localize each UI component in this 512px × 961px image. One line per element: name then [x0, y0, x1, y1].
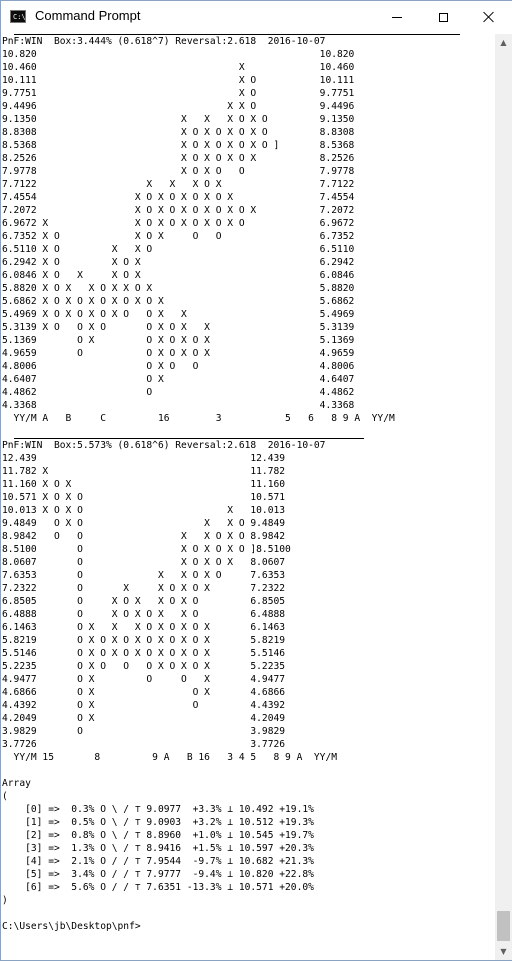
console-line: 6.4888 O X O X O X X O 6.4888 [2, 609, 286, 620]
console-line: 5.4969 X O X O X O X O O X X 5.4969 [2, 309, 355, 320]
console-line: [3] => 1.3% O \ / ⊤ 8.9416 +1.5% ⊥ 10.59… [2, 843, 314, 854]
close-icon [483, 11, 495, 23]
console-line: 12.439 12.439 [2, 453, 286, 464]
console-line: 9.4496 X X O 9.4496 [2, 101, 355, 112]
scroll-up-arrow-icon[interactable]: ▲ [495, 34, 512, 51]
console-line: 4.4862 O 4.4862 [2, 387, 355, 398]
console-line: 4.8006 O X O O 4.8006 [2, 361, 355, 372]
minimize-button[interactable] [374, 1, 420, 33]
console-line: 9.1350 X X X O X O 9.1350 [2, 114, 355, 125]
console-line: ( [2, 791, 8, 802]
array-output: Array ( [0] => 0.3% O \ / ⊤ 9.0977 +3.3% … [2, 764, 494, 933]
console-line: 5.5146 O X O X O X O X O X O X 5.5146 [2, 648, 286, 659]
console-line: 4.6866 O X O X 4.6866 [2, 687, 286, 698]
console-line: [4] => 2.1% O / / ⊤ 7.9544 -9.7% ⊥ 10.68… [2, 856, 314, 867]
console-line: 10.111 X O 10.111 [2, 75, 355, 86]
console-line: 8.5100 O X O X O X O ]8.5100 [2, 544, 291, 555]
console-line: 6.7352 X O X O X O O 6.7352 [2, 231, 355, 242]
console-line: 8.0607 O X O X O X 8.0607 [2, 557, 286, 568]
vertical-scrollbar[interactable]: ▲ ▼ [495, 34, 512, 960]
console-output[interactable]: PnF:WIN Box:3.444% (0.618^7) Reversal:2.… [2, 34, 494, 960]
scroll-thumb[interactable] [497, 911, 510, 941]
console-line: 8.9842 O O X X O X O 8.9842 [2, 531, 286, 542]
console-line: 5.3139 X O O X O O X O X X 5.3139 [2, 322, 355, 333]
pnf-chart-1: PnF:WIN Box:3.444% (0.618^7) Reversal:2.… [2, 34, 494, 438]
console-line: 6.1463 O X X X O X O X O X 6.1463 [2, 622, 286, 633]
console-line: 10.571 X O X O 10.571 [2, 492, 286, 503]
console-line: [5] => 3.4% O / / ⊤ 7.9777 -9.4% ⊥ 10.82… [2, 869, 314, 880]
console-line: 4.3368 4.3368 [2, 400, 355, 411]
console-line: 6.0846 X O X X O X 6.0846 [2, 270, 355, 281]
console-line: [2] => 0.8% O \ / ⊤ 8.8960 +1.0% ⊥ 10.54… [2, 830, 314, 841]
console-line: 8.5368 X O X O X O X O ] 8.5368 [2, 140, 355, 151]
console-line: 8.2526 X O X O X O X 8.2526 [2, 153, 355, 164]
console-line: 8.8308 X O X O X O X O 8.8308 [2, 127, 355, 138]
console-line: 7.2322 O X X O X O X 7.2322 [2, 583, 286, 594]
console-line: 9.4849 O X O X X O 9.4849 [2, 518, 286, 529]
console-line: 4.9477 O X O O X 4.9477 [2, 674, 286, 685]
console-line: 6.5110 X O X X O 6.5110 [2, 244, 355, 255]
console-line: 6.8505 O X O X X O X O 6.8505 [2, 596, 286, 607]
title-bar[interactable]: C:\ Command Prompt [1, 1, 512, 33]
command-prompt-window: C:\ Command Prompt PnF:WIN Box:3.444% (0… [0, 0, 512, 961]
console-line: 10.820 10.820 [2, 49, 355, 60]
console-line: 5.6862 X O X O X O X O X O X 5.6862 [2, 296, 355, 307]
console-line: YY/M A B C 16 3 5 6 8 9 A YY/M [2, 413, 395, 424]
close-button[interactable] [466, 1, 512, 33]
cmd-icon: C:\ [10, 10, 26, 23]
console-line: 11.782 X 11.782 [2, 466, 286, 477]
console-line: 7.6353 O X X O X O 7.6353 [2, 570, 286, 581]
console-line: 5.2235 O X O O O X O X O X 5.2235 [2, 661, 286, 672]
console-line: 9.7751 X O 9.7751 [2, 88, 355, 99]
console-line: 7.9778 X O X O O 7.9778 [2, 166, 355, 177]
console-line: 7.7122 X X X O X 7.7122 [2, 179, 355, 190]
console-line: 5.1369 O X O X O X O X 5.1369 [2, 335, 355, 346]
console-line: 11.160 X O X 11.160 [2, 479, 286, 490]
console-line: [6] => 5.6% O / / ⊤ 7.6351 -13.3% ⊥ 10.5… [2, 882, 314, 893]
console-line: PnF:WIN Box:5.573% (0.618^6) Reversal:2.… [2, 440, 326, 451]
console-line: 4.4392 O X O 4.4392 [2, 700, 286, 711]
minimize-icon [392, 16, 402, 18]
pnf-chart-2: PnF:WIN Box:5.573% (0.618^6) Reversal:2.… [2, 438, 494, 764]
maximize-icon [438, 12, 448, 22]
console-line: 7.4554 X O X O X O X O X 7.4554 [2, 192, 355, 203]
window-title: Command Prompt [35, 8, 141, 23]
console-line: 4.9659 O O X O X O X 4.9659 [2, 348, 355, 359]
console-line: 7.2072 X O X O X O X O X O X 7.2072 [2, 205, 355, 216]
console-line: Array [2, 778, 31, 789]
console-line: [0] => 0.3% O \ / ⊤ 9.0977 +3.3% ⊥ 10.49… [2, 804, 314, 815]
console-line: 10.460 X 10.460 [2, 62, 355, 73]
console-line: 5.8219 O X O X O X O X O X O X 5.8219 [2, 635, 286, 646]
console-line: ) [2, 895, 8, 906]
console-line: 4.2049 O X 4.2049 [2, 713, 286, 724]
console-line: 6.2942 X O X O X 6.2942 [2, 257, 355, 268]
console-line: 10.013 X O X O X 10.013 [2, 505, 286, 516]
console-line: YY/M 15 8 9 A B 16 3 4 5 8 9 A YY/M [2, 752, 338, 763]
console-line: 3.9829 O 3.9829 [2, 726, 286, 737]
console-line: 6.9672 X X O X O X O X O X O 6.9672 [2, 218, 355, 229]
console-line: PnF:WIN Box:3.444% (0.618^7) Reversal:2.… [2, 36, 326, 47]
scroll-down-arrow-icon[interactable]: ▼ [495, 943, 512, 960]
console-line: 5.8820 X O X X O X X O X 5.8820 [2, 283, 355, 294]
console-line: C:\Users\jb\Desktop\pnf> [2, 921, 141, 932]
console-line: [1] => 0.5% O \ / ⊤ 9.0903 +3.2% ⊥ 10.51… [2, 817, 314, 828]
console-line: 3.7726 3.7726 [2, 739, 286, 750]
maximize-button[interactable] [420, 1, 466, 33]
console-line: 4.6407 O X 4.6407 [2, 374, 355, 385]
